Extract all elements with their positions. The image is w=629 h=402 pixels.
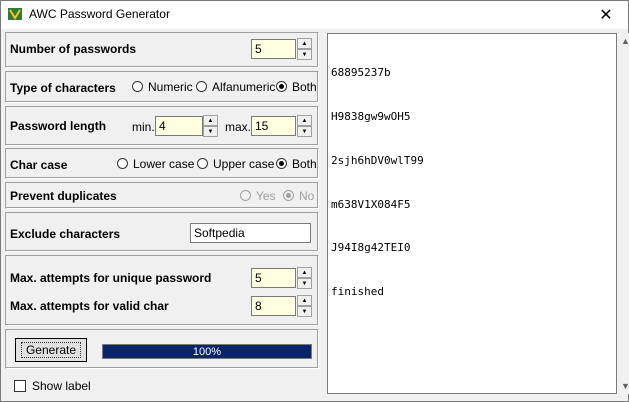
output-line: m638V1X084F5: [331, 197, 411, 211]
num-passwords-input[interactable]: 5: [251, 39, 296, 59]
radio-no-label: No: [299, 189, 315, 203]
max-length-stepper[interactable]: ▲ ▼: [297, 115, 312, 137]
valid-attempts-label: Max. attempts for valid char: [10, 299, 169, 313]
valid-attempts-stepper[interactable]: ▲ ▼: [297, 295, 312, 317]
radio-lower-case-label: Lower case: [133, 157, 195, 171]
panel-number-of-passwords: Number of passwords 5 ▲ ▼: [5, 32, 319, 68]
close-button[interactable]: ✕: [584, 1, 628, 29]
min-length-stepper[interactable]: ▲ ▼: [203, 115, 218, 137]
radio-numeric-label: Numeric: [148, 80, 193, 94]
unique-attempts-label: Max. attempts for unique password: [10, 271, 212, 285]
radio-both-types-label: Both: [292, 80, 317, 94]
max-length-input[interactable]: 15: [251, 116, 296, 136]
panel-exclude-characters: Exclude characters Softpedia: [5, 212, 319, 252]
output-line: J94I8g42TEI0: [331, 241, 411, 255]
radio-both-case-label: Both: [292, 157, 317, 171]
output-line: finished: [331, 285, 384, 299]
exclude-label: Exclude characters: [10, 227, 121, 241]
output-line: H9838gw9wOH5: [331, 109, 411, 123]
output-line: 68895237b: [331, 66, 391, 80]
panel-generate: Generate 100%: [5, 329, 319, 369]
progress-bar: 100%: [102, 344, 312, 359]
app-icon: [8, 8, 22, 20]
radio-both-case[interactable]: [276, 158, 287, 169]
arrow-down-icon[interactable]: ▼: [297, 306, 312, 317]
char-type-label: Type of characters: [10, 81, 116, 95]
show-label-checkbox[interactable]: [14, 380, 26, 392]
radio-yes[interactable]: [240, 190, 251, 201]
arrow-up-icon[interactable]: ▲: [297, 38, 312, 49]
output-line: 2sjh6hDV0wlT99: [331, 153, 424, 167]
panel-type-of-characters: Type of characters Numeric Alfanumeric B…: [5, 71, 319, 103]
window-title: AWC Password Generator: [29, 7, 170, 21]
radio-upper-case-label: Upper case: [213, 157, 275, 171]
panel-password-length: Password length min. 4 ▲ ▼ max. 15 ▲ ▼: [5, 106, 319, 146]
panel-char-case: Char case Lower case Upper case Both: [5, 148, 319, 179]
arrow-down-icon[interactable]: ▼: [297, 49, 312, 60]
output-lines: 68895237b H9838gw9wOH5 2sjh6hDV0wlT99 m6…: [331, 37, 424, 329]
unique-attempts-input[interactable]: 5: [251, 268, 296, 288]
num-passwords-label: Number of passwords: [10, 42, 137, 56]
arrow-down-icon[interactable]: ▼: [297, 278, 312, 289]
panel-attempts: Max. attempts for unique password 5 ▲ ▼ …: [5, 255, 319, 326]
pwd-length-label: Password length: [10, 119, 107, 133]
show-label-text: Show label: [32, 379, 91, 393]
output-textarea[interactable]: 68895237b H9838gw9wOH5 2sjh6hDV0wlT99 m6…: [327, 33, 617, 394]
radio-alfanumeric[interactable]: [196, 81, 207, 92]
arrow-up-icon[interactable]: ▲: [297, 115, 312, 126]
arrow-down-icon[interactable]: ▼: [203, 126, 218, 137]
generate-button[interactable]: Generate: [15, 338, 87, 362]
output-scrollbar[interactable]: ▲ ▼: [617, 33, 629, 394]
scroll-down-icon[interactable]: ▼: [621, 381, 629, 391]
panel-prevent-duplicates: Prevent duplicates Yes No: [5, 182, 319, 209]
arrow-up-icon[interactable]: ▲: [297, 295, 312, 306]
radio-yes-label: Yes: [256, 189, 276, 203]
scroll-up-icon[interactable]: ▲: [621, 36, 629, 46]
valid-attempts-input[interactable]: 8: [251, 296, 296, 316]
exclude-input[interactable]: Softpedia: [190, 223, 311, 243]
char-case-label: Char case: [10, 158, 68, 172]
generate-button-label: Generate: [20, 342, 82, 358]
close-icon: ✕: [599, 7, 613, 24]
radio-numeric[interactable]: [132, 81, 143, 92]
arrow-up-icon[interactable]: ▲: [203, 115, 218, 126]
prevent-dup-label: Prevent duplicates: [10, 189, 117, 203]
radio-upper-case[interactable]: [197, 158, 208, 169]
title-bar: AWC Password Generator ✕: [1, 1, 628, 29]
app-window: AWC Password Generator ✕ Number of passw…: [0, 0, 629, 402]
radio-both-types[interactable]: [276, 81, 287, 92]
arrow-down-icon[interactable]: ▼: [297, 126, 312, 137]
min-label: min.: [132, 120, 155, 134]
progress-text: 100%: [192, 345, 222, 358]
radio-no[interactable]: [283, 190, 294, 201]
radio-lower-case[interactable]: [117, 158, 128, 169]
max-label: max.: [225, 120, 252, 134]
min-length-input[interactable]: 4: [155, 116, 203, 136]
unique-attempts-stepper[interactable]: ▲ ▼: [297, 267, 312, 289]
arrow-up-icon[interactable]: ▲: [297, 267, 312, 278]
radio-alfanumeric-label: Alfanumeric: [212, 80, 276, 94]
num-passwords-stepper[interactable]: ▲ ▼: [297, 38, 312, 60]
